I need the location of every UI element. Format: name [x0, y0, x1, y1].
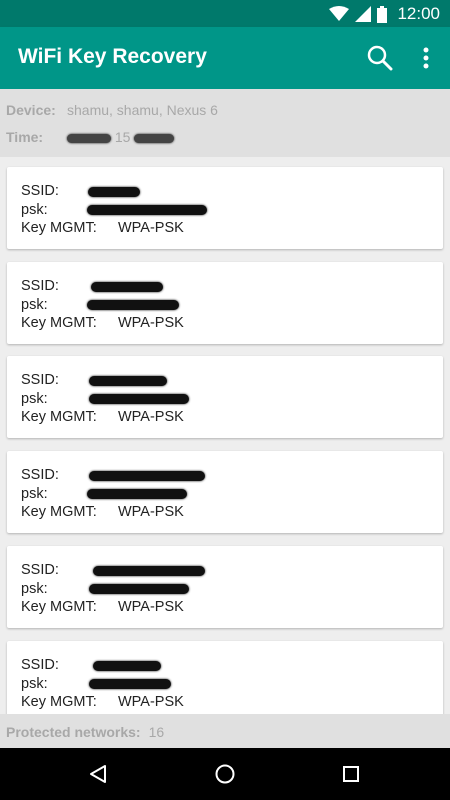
- device-info-bar: Device: shamu, shamu, Nexus 6 Time: 15: [0, 89, 450, 157]
- protected-networks-label: Protected networks:: [6, 724, 141, 740]
- recents-button[interactable]: [321, 748, 381, 800]
- status-icons: 12:00: [329, 3, 440, 25]
- app-bar: WiFi Key Recovery: [0, 27, 450, 89]
- time-value: 15: [67, 129, 175, 145]
- ssid-row: SSID:: [21, 183, 88, 199]
- redacted-psk: [89, 679, 171, 689]
- redacted-ssid: [89, 471, 205, 481]
- key-mgmt-label: Key MGMT:: [21, 599, 97, 615]
- key-mgmt-value: WPA-PSK: [118, 315, 184, 331]
- time-row: Time: 15: [6, 129, 175, 145]
- key-mgmt-value: WPA-PSK: [118, 504, 184, 520]
- network-card[interactable]: SSID: psk: Key MGMT: WPA-PSK: [7, 451, 443, 533]
- status-bar: 12:00: [0, 0, 450, 27]
- network-card[interactable]: SSID: psk: Key MGMT: WPA-PSK: [7, 641, 443, 714]
- redacted-psk: [89, 394, 189, 404]
- clock: 12:00: [397, 4, 440, 23]
- redacted-time: [134, 133, 175, 143]
- network-card[interactable]: SSID: psk: Key MGMT: WPA-PSK: [7, 546, 443, 628]
- network-card[interactable]: SSID: psk: Key MGMT: WPA-PSK: [7, 356, 443, 438]
- redacted-psk: [87, 300, 179, 310]
- key-mgmt-label: Key MGMT:: [21, 409, 97, 425]
- signal-icon: [355, 6, 372, 22]
- redacted-ssid: [89, 376, 167, 386]
- key-mgmt-label: Key MGMT:: [21, 504, 97, 520]
- search-icon: [367, 45, 393, 71]
- overflow-menu-button[interactable]: [414, 42, 438, 74]
- protected-networks-count: 16: [148, 724, 165, 740]
- protected-networks-summary: Protected networks: 16: [6, 724, 164, 740]
- redacted-psk: [87, 205, 207, 215]
- network-card[interactable]: SSID: psk: Key MGMT: WPA-PSK: [7, 262, 443, 344]
- more-vert-icon: [423, 47, 429, 69]
- app-title: WiFi Key Recovery: [18, 45, 207, 68]
- recents-icon: [343, 766, 359, 782]
- device-row: Device: shamu, shamu, Nexus 6: [6, 102, 218, 118]
- back-button[interactable]: [68, 748, 128, 800]
- network-card[interactable]: SSID: psk: Key MGMT: WPA-PSK: [7, 167, 443, 249]
- network-list[interactable]: SSID: psk: Key MGMT: WPA-PSK SSID: psk: K…: [0, 157, 450, 714]
- key-mgmt-label: Key MGMT:: [21, 694, 97, 710]
- device-value: shamu, shamu, Nexus 6: [67, 102, 218, 118]
- wifi-icon: [329, 6, 350, 21]
- key-mgmt-row: Key MGMT: WPA-PSK: [21, 599, 184, 615]
- time-label: Time:: [6, 129, 44, 145]
- key-mgmt-value: WPA-PSK: [118, 220, 184, 236]
- battery-icon: [377, 5, 388, 23]
- back-icon: [90, 765, 106, 783]
- redacted-psk: [87, 489, 187, 499]
- key-mgmt-row: Key MGMT: WPA-PSK: [21, 504, 184, 520]
- key-mgmt-label: Key MGMT:: [21, 315, 97, 331]
- redacted-date: [67, 133, 111, 143]
- redacted-ssid: [88, 187, 140, 197]
- system-navigation-bar: [0, 748, 450, 800]
- key-mgmt-label: Key MGMT:: [21, 220, 97, 236]
- redacted-ssid: [93, 661, 161, 671]
- key-mgmt-value: WPA-PSK: [118, 694, 184, 710]
- redacted-ssid: [93, 566, 205, 576]
- redacted-psk: [89, 584, 189, 594]
- summary-footer: Protected networks: 16: [0, 714, 450, 748]
- key-mgmt-row: Key MGMT: WPA-PSK: [21, 409, 184, 425]
- redacted-ssid: [91, 282, 163, 292]
- device-label: Device:: [6, 102, 56, 118]
- key-mgmt-row: Key MGMT: WPA-PSK: [21, 315, 184, 331]
- home-button[interactable]: [195, 748, 255, 800]
- key-mgmt-value: WPA-PSK: [118, 409, 184, 425]
- key-mgmt-row: Key MGMT: WPA-PSK: [21, 220, 184, 236]
- time-value-visible: 15: [114, 129, 131, 145]
- key-mgmt-value: WPA-PSK: [118, 599, 184, 615]
- key-mgmt-row: Key MGMT: WPA-PSK: [21, 694, 184, 710]
- home-icon: [215, 764, 235, 784]
- search-button[interactable]: [364, 42, 396, 74]
